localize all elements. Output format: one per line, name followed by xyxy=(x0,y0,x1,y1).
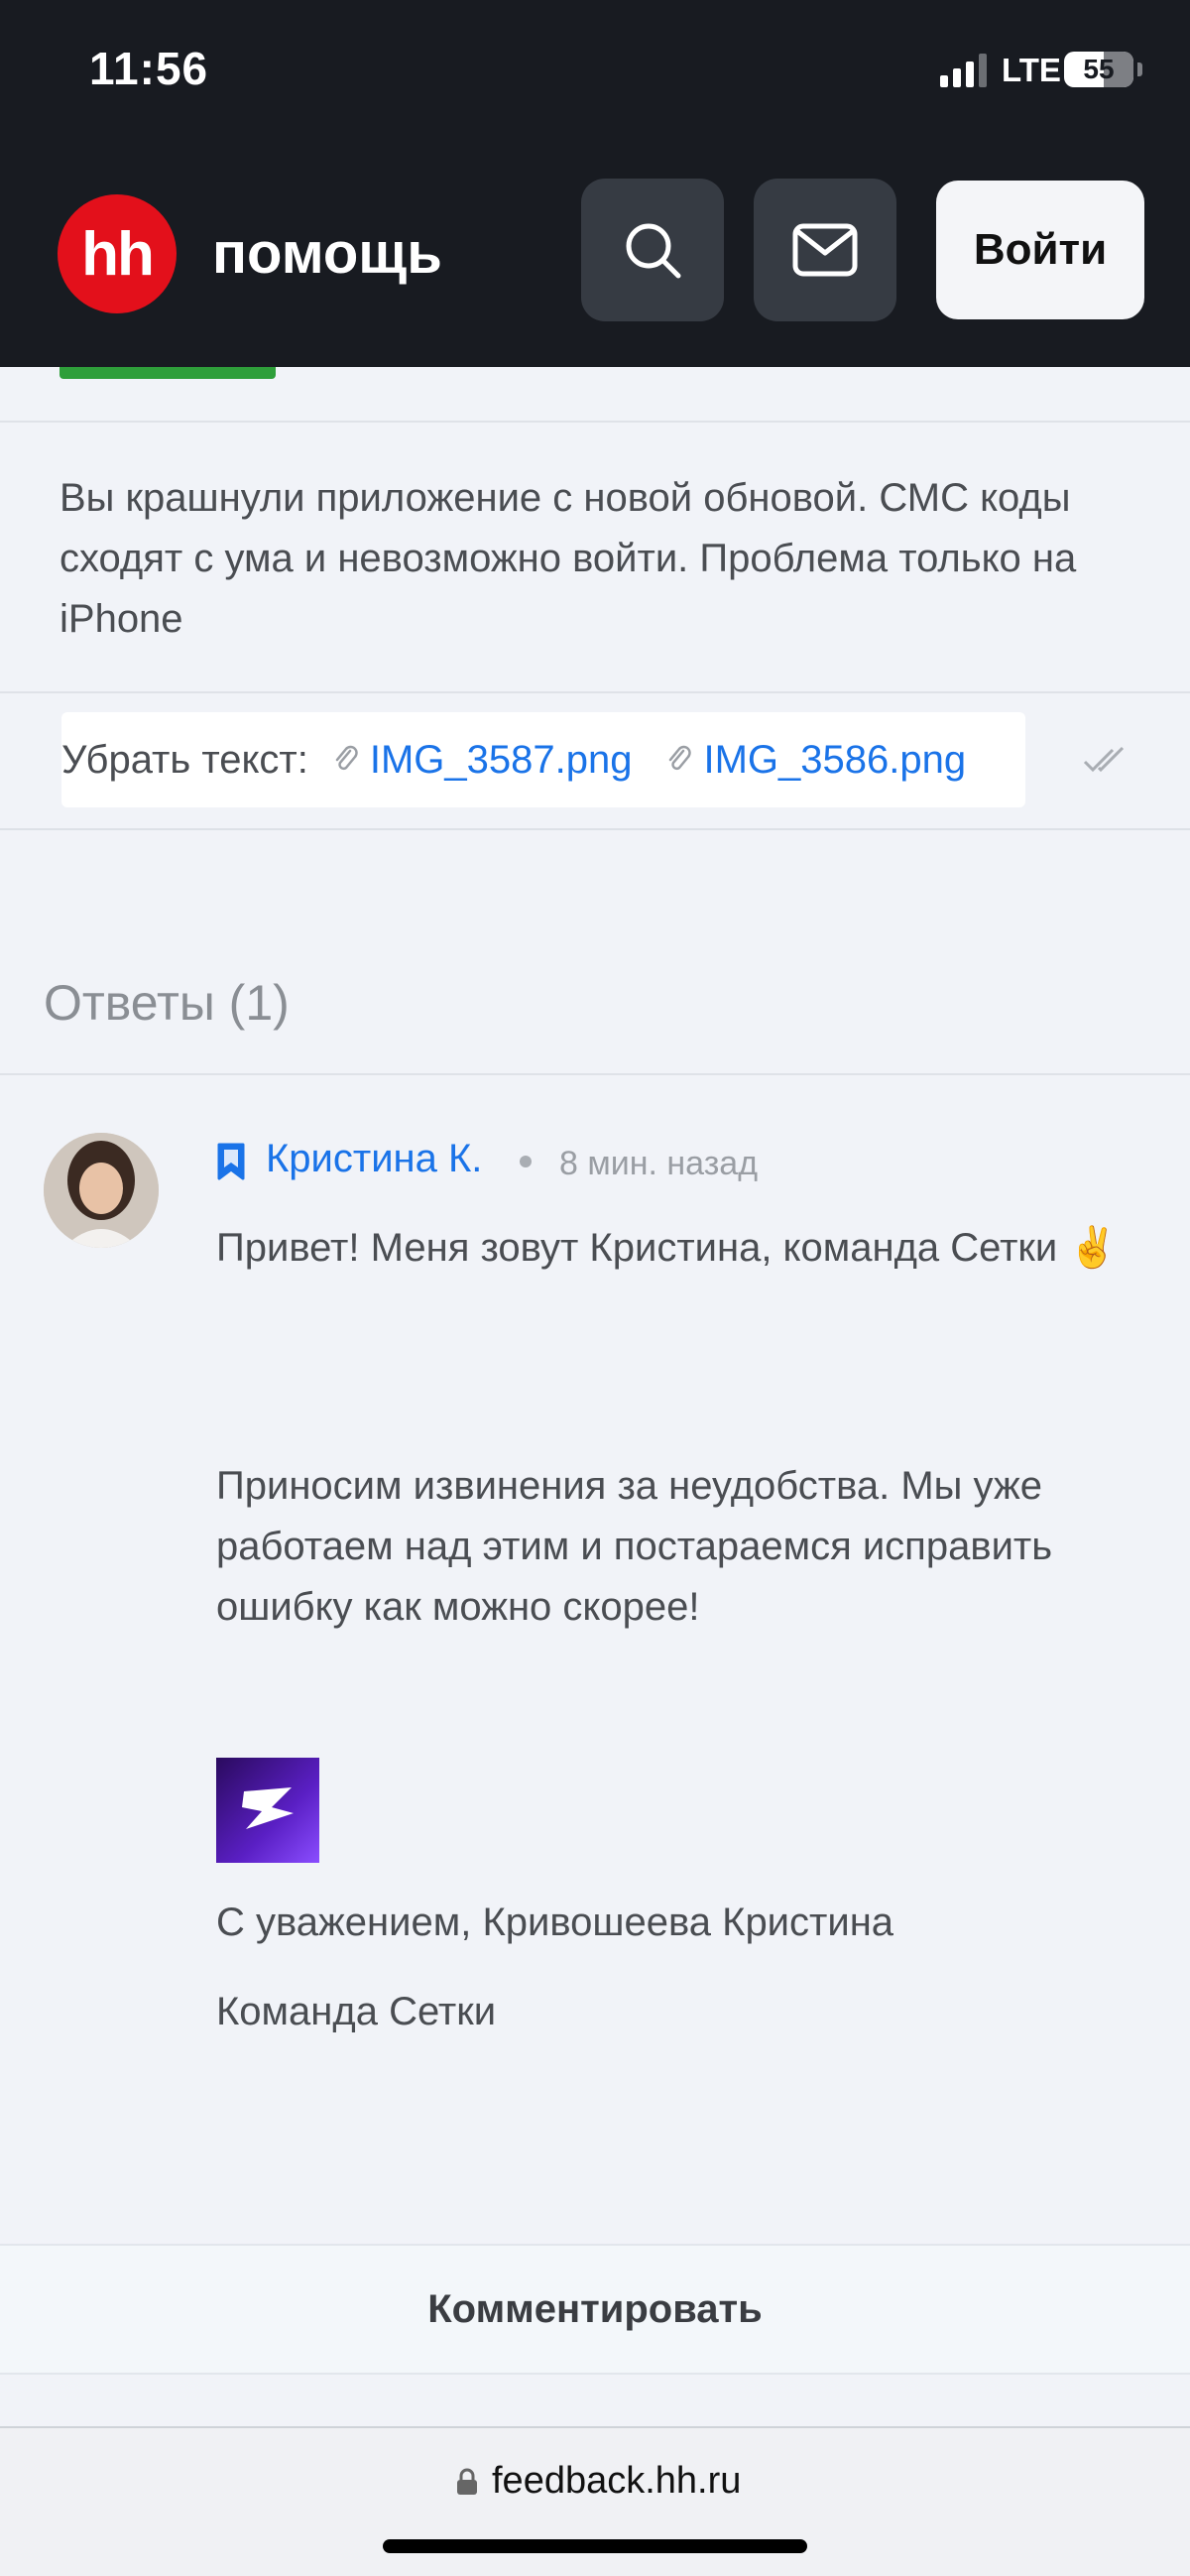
avatar[interactable] xyxy=(44,1133,159,1248)
battery-tip xyxy=(1137,62,1142,76)
battery-icon: 55 xyxy=(1064,52,1133,87)
brand-title[interactable]: помощь xyxy=(212,220,442,287)
attachment-link[interactable]: IMG_3586.png xyxy=(703,738,966,783)
network-type: LTE xyxy=(1002,52,1061,88)
author-name[interactable]: Кристина К. xyxy=(266,1137,482,1181)
setka-logo xyxy=(216,1758,319,1863)
attachments-label: Убрать текст: xyxy=(61,737,308,782)
paperclip-icon xyxy=(335,745,358,771)
attachment-link[interactable]: IMG_3587.png xyxy=(370,738,633,783)
search-icon xyxy=(626,223,681,279)
attachments-box: Убрать текст: IMG_3587.png IMG_3586.png xyxy=(61,712,1025,807)
divider xyxy=(0,421,1190,423)
lock-icon xyxy=(457,2468,477,2495)
status-time: 11:56 xyxy=(89,43,209,94)
home-indicator[interactable] xyxy=(383,2539,807,2553)
search-button[interactable] xyxy=(581,179,724,321)
battery-level: 55 xyxy=(1083,54,1115,84)
messages-button[interactable] xyxy=(754,179,896,321)
url-text[interactable]: feedback.hh.ru xyxy=(492,2460,741,2503)
status-strip xyxy=(60,367,276,379)
login-button[interactable]: Войти xyxy=(936,181,1144,319)
double-check-icon xyxy=(1083,746,1125,773)
divider xyxy=(0,691,1190,693)
question-text: Вы крашнули приложение с новой обновой. … xyxy=(60,476,1077,641)
answer-team: Команда Сетки xyxy=(216,1990,497,2033)
divider xyxy=(0,1073,1190,1075)
separator-dot xyxy=(520,1156,532,1167)
answers-title: Ответы (1) xyxy=(44,975,290,1031)
mail-icon xyxy=(792,223,858,277)
bookmark-icon xyxy=(217,1143,245,1180)
avatar-photo xyxy=(44,1133,159,1248)
setka-logo-mark xyxy=(242,1787,294,1829)
answer-signature: С уважением, Кривошеева Кристина xyxy=(216,1901,894,1944)
answer-time: 8 мин. назад xyxy=(559,1145,759,1182)
answer-paragraph: Приносим извинения за неудобства. Мы уже… xyxy=(216,1464,1053,1629)
signal-icon xyxy=(940,54,987,87)
paperclip-icon xyxy=(669,745,692,771)
comment-button[interactable]: Комментировать xyxy=(0,2244,1190,2375)
hh-logo[interactable]: hh xyxy=(58,194,177,313)
answer-paragraph: Привет! Меня зовут Кристина, команда Сет… xyxy=(216,1226,1119,1270)
